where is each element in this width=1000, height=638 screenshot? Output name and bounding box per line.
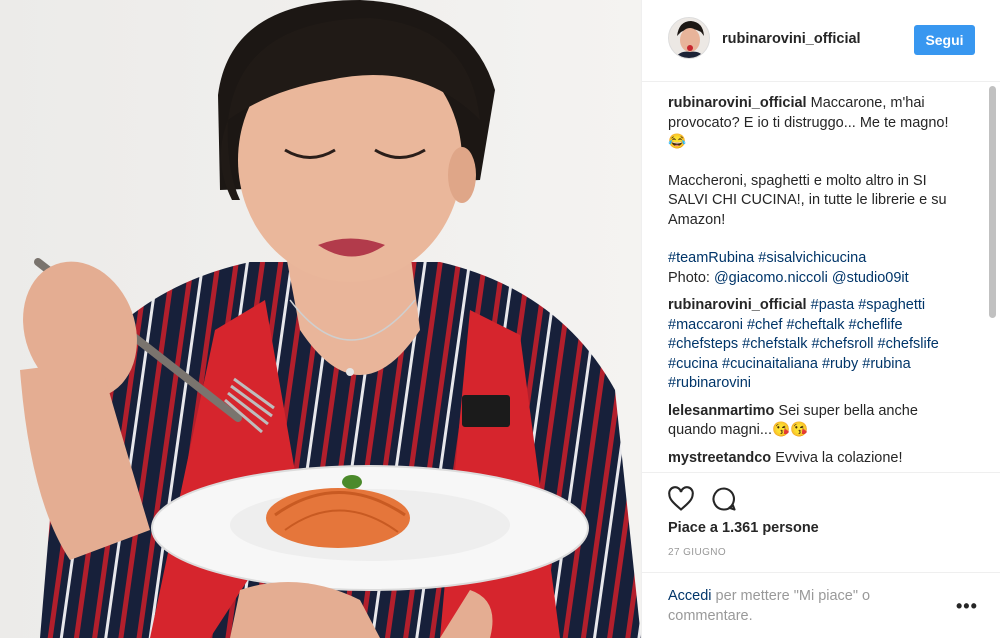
caption-hashtags: #teamRubina #sisalvichicucina xyxy=(668,249,968,269)
heart-icon[interactable] xyxy=(667,485,695,513)
likes-count[interactable]: Piace a 1.361 persone xyxy=(668,520,819,536)
header-username[interactable]: rubinarovini_official xyxy=(722,31,861,47)
more-options-icon[interactable]: ••• xyxy=(956,597,977,615)
comments-scrollbar[interactable] xyxy=(988,86,996,470)
photo-credit-mention-1[interactable]: @giacomo.niccoli xyxy=(714,270,828,286)
login-link[interactable]: Accedi xyxy=(668,588,712,604)
post-header: rubinarovini_official Segui xyxy=(642,0,1000,82)
list-item: rubinarovini_official #pasta #spaghetti … xyxy=(668,296,968,394)
post-details-panel: rubinarovini_official Segui rubinarovini… xyxy=(641,0,1000,638)
post-actions: Piace a 1.361 persone 27 GIUGNO xyxy=(642,472,1000,572)
heart-icon-svg xyxy=(668,486,694,511)
comment-icon[interactable] xyxy=(710,485,738,513)
comment-username[interactable]: mystreetandco xyxy=(668,450,771,466)
list-item: lelesanmartimo Sei super bella anche qua… xyxy=(668,402,968,441)
caption-hashtag-text[interactable]: #teamRubina #sisalvichicucina xyxy=(668,250,866,266)
photo-credit-mention-2[interactable]: @studio09it xyxy=(832,270,909,286)
caption: rubinarovini_official Maccarone, m'hai p… xyxy=(668,94,968,288)
caption-line-2: Maccheroni, spaghetti e molto altro in S… xyxy=(668,172,947,228)
comment-text: Evviva la colazione! xyxy=(775,449,903,466)
post-date[interactable]: 27 GIUGNO xyxy=(668,547,726,558)
follow-button[interactable]: Segui xyxy=(914,25,975,55)
login-footer: Accedi per mettere "Mi piace" o commenta… xyxy=(642,572,1000,638)
avatar[interactable] xyxy=(668,17,710,59)
caption-photo-credit: Photo: @giacomo.niccoli @studio09it xyxy=(668,269,968,289)
list-item: mystreetandco Evviva la colazione! xyxy=(668,449,968,469)
photo-credit-prefix: Photo: xyxy=(668,269,714,286)
avatar-image xyxy=(669,18,709,58)
comment-username[interactable]: lelesanmartimo xyxy=(668,403,774,419)
comment-icon-svg xyxy=(712,487,736,511)
login-prompt: Accedi per mettere "Mi piace" o commenta… xyxy=(668,587,918,626)
scrollbar-thumb[interactable] xyxy=(989,86,996,318)
post-photo-illustration xyxy=(0,0,641,638)
comments-list[interactable]: rubinarovini_official Maccarone, m'hai p… xyxy=(668,94,968,472)
post-photo xyxy=(0,0,641,638)
caption-username[interactable]: rubinarovini_official xyxy=(668,95,807,111)
comment-username[interactable]: rubinarovini_official xyxy=(668,297,807,313)
